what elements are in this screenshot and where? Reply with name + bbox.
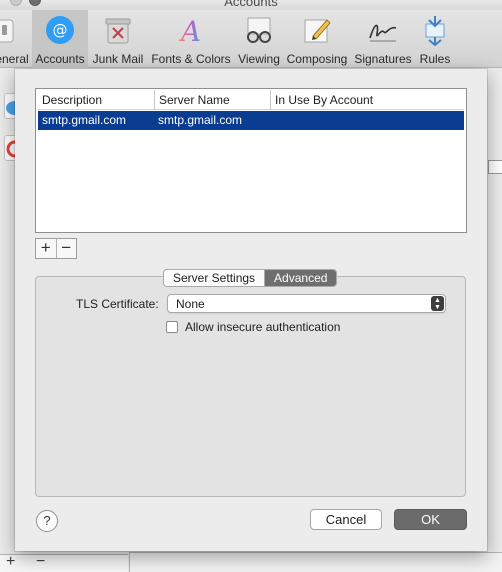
ok-button[interactable]: OK — [394, 509, 467, 530]
svg-text:A: A — [178, 15, 201, 46]
tls-certificate-label: TLS Certificate: — [76, 297, 159, 311]
cell-server-name: smtp.gmail.com — [158, 113, 243, 127]
table-row[interactable]: smtp.gmail.com smtp.gmail.com — [38, 111, 464, 130]
smtp-server-table[interactable]: Description Server Name In Use By Accoun… — [35, 88, 467, 233]
remove-server-button[interactable]: − — [55, 239, 77, 258]
column-header-description[interactable]: Description — [38, 90, 154, 110]
toolbar-label: Junk Mail — [92, 52, 144, 66]
at-sign-icon: @ — [44, 14, 76, 46]
toolbar-label: eneral — [0, 52, 29, 66]
toolbar-label: Signatures — [354, 52, 412, 66]
toolbar-label: Rules — [419, 52, 451, 66]
tab-server-settings[interactable]: Server Settings — [164, 270, 264, 286]
rules-icon — [419, 14, 451, 47]
settings-tab-control: Server Settings Advanced — [163, 269, 338, 287]
glasses-icon — [243, 14, 275, 46]
background-scroll-knob — [488, 160, 502, 174]
tls-certificate-popup[interactable]: None ▲ ▼ — [167, 294, 446, 313]
table-header: Description Server Name In Use By Accoun… — [38, 90, 464, 110]
up-down-arrows-icon: ▲ ▼ — [431, 296, 444, 311]
cell-in-use-by — [270, 111, 466, 130]
add-server-button[interactable]: + — [36, 239, 56, 258]
background-add-button: + — [6, 553, 16, 570]
toolbar-label: Accounts — [35, 52, 85, 66]
toolbar-item-accounts[interactable]: @ Accounts — [32, 10, 88, 68]
cancel-button[interactable]: Cancel — [310, 509, 382, 530]
preferences-toolbar: eneral @ Accounts Junk Mail A Fonts & Co… — [0, 10, 502, 68]
background-add-remove: + − — [0, 553, 128, 572]
toolbar-item-general[interactable]: eneral — [0, 10, 30, 68]
window-title: Accounts — [224, 0, 278, 9]
toolbar-item-signatures[interactable]: Signatures — [352, 10, 414, 68]
tab-advanced[interactable]: Advanced — [264, 270, 337, 286]
toolbar-item-fonts-colors[interactable]: A Fonts & Colors — [148, 10, 234, 68]
svg-text:@: @ — [53, 21, 68, 39]
switch-icon — [0, 14, 31, 46]
toolbar-item-viewing[interactable]: Viewing — [236, 10, 282, 68]
window-titlebar: Accounts — [0, 0, 502, 10]
column-header-in-use-by-account[interactable]: In Use By Account — [270, 90, 466, 110]
smtp-server-sheet: Description Server Name In Use By Accoun… — [15, 69, 487, 551]
fonts-colors-icon: A — [175, 14, 207, 48]
toolbar-label: Viewing — [238, 52, 280, 66]
cell-description: smtp.gmail.com — [42, 113, 127, 127]
tls-certificate-value: None — [176, 297, 205, 311]
background-detail-box — [129, 552, 502, 572]
toolbar-item-composing[interactable]: Composing — [284, 10, 350, 68]
toolbar-item-junk-mail[interactable]: Junk Mail — [90, 10, 146, 68]
column-header-server-name[interactable]: Server Name — [154, 90, 270, 110]
add-remove-server-control: + − — [35, 238, 77, 259]
toolbar-item-rules[interactable]: Rules — [416, 10, 454, 68]
allow-insecure-row[interactable]: Allow insecure authentication — [166, 320, 340, 334]
toolbar-label: Fonts & Colors — [151, 52, 231, 66]
signature-icon — [367, 14, 399, 46]
allow-insecure-label: Allow insecure authentication — [185, 320, 341, 334]
help-button[interactable]: ? — [36, 510, 58, 532]
junk-mail-icon — [102, 14, 134, 46]
background-remove-button: − — [36, 553, 46, 570]
pencil-icon — [301, 14, 333, 46]
toolbar-label: Composing — [286, 52, 348, 66]
allow-insecure-checkbox[interactable] — [166, 321, 178, 333]
